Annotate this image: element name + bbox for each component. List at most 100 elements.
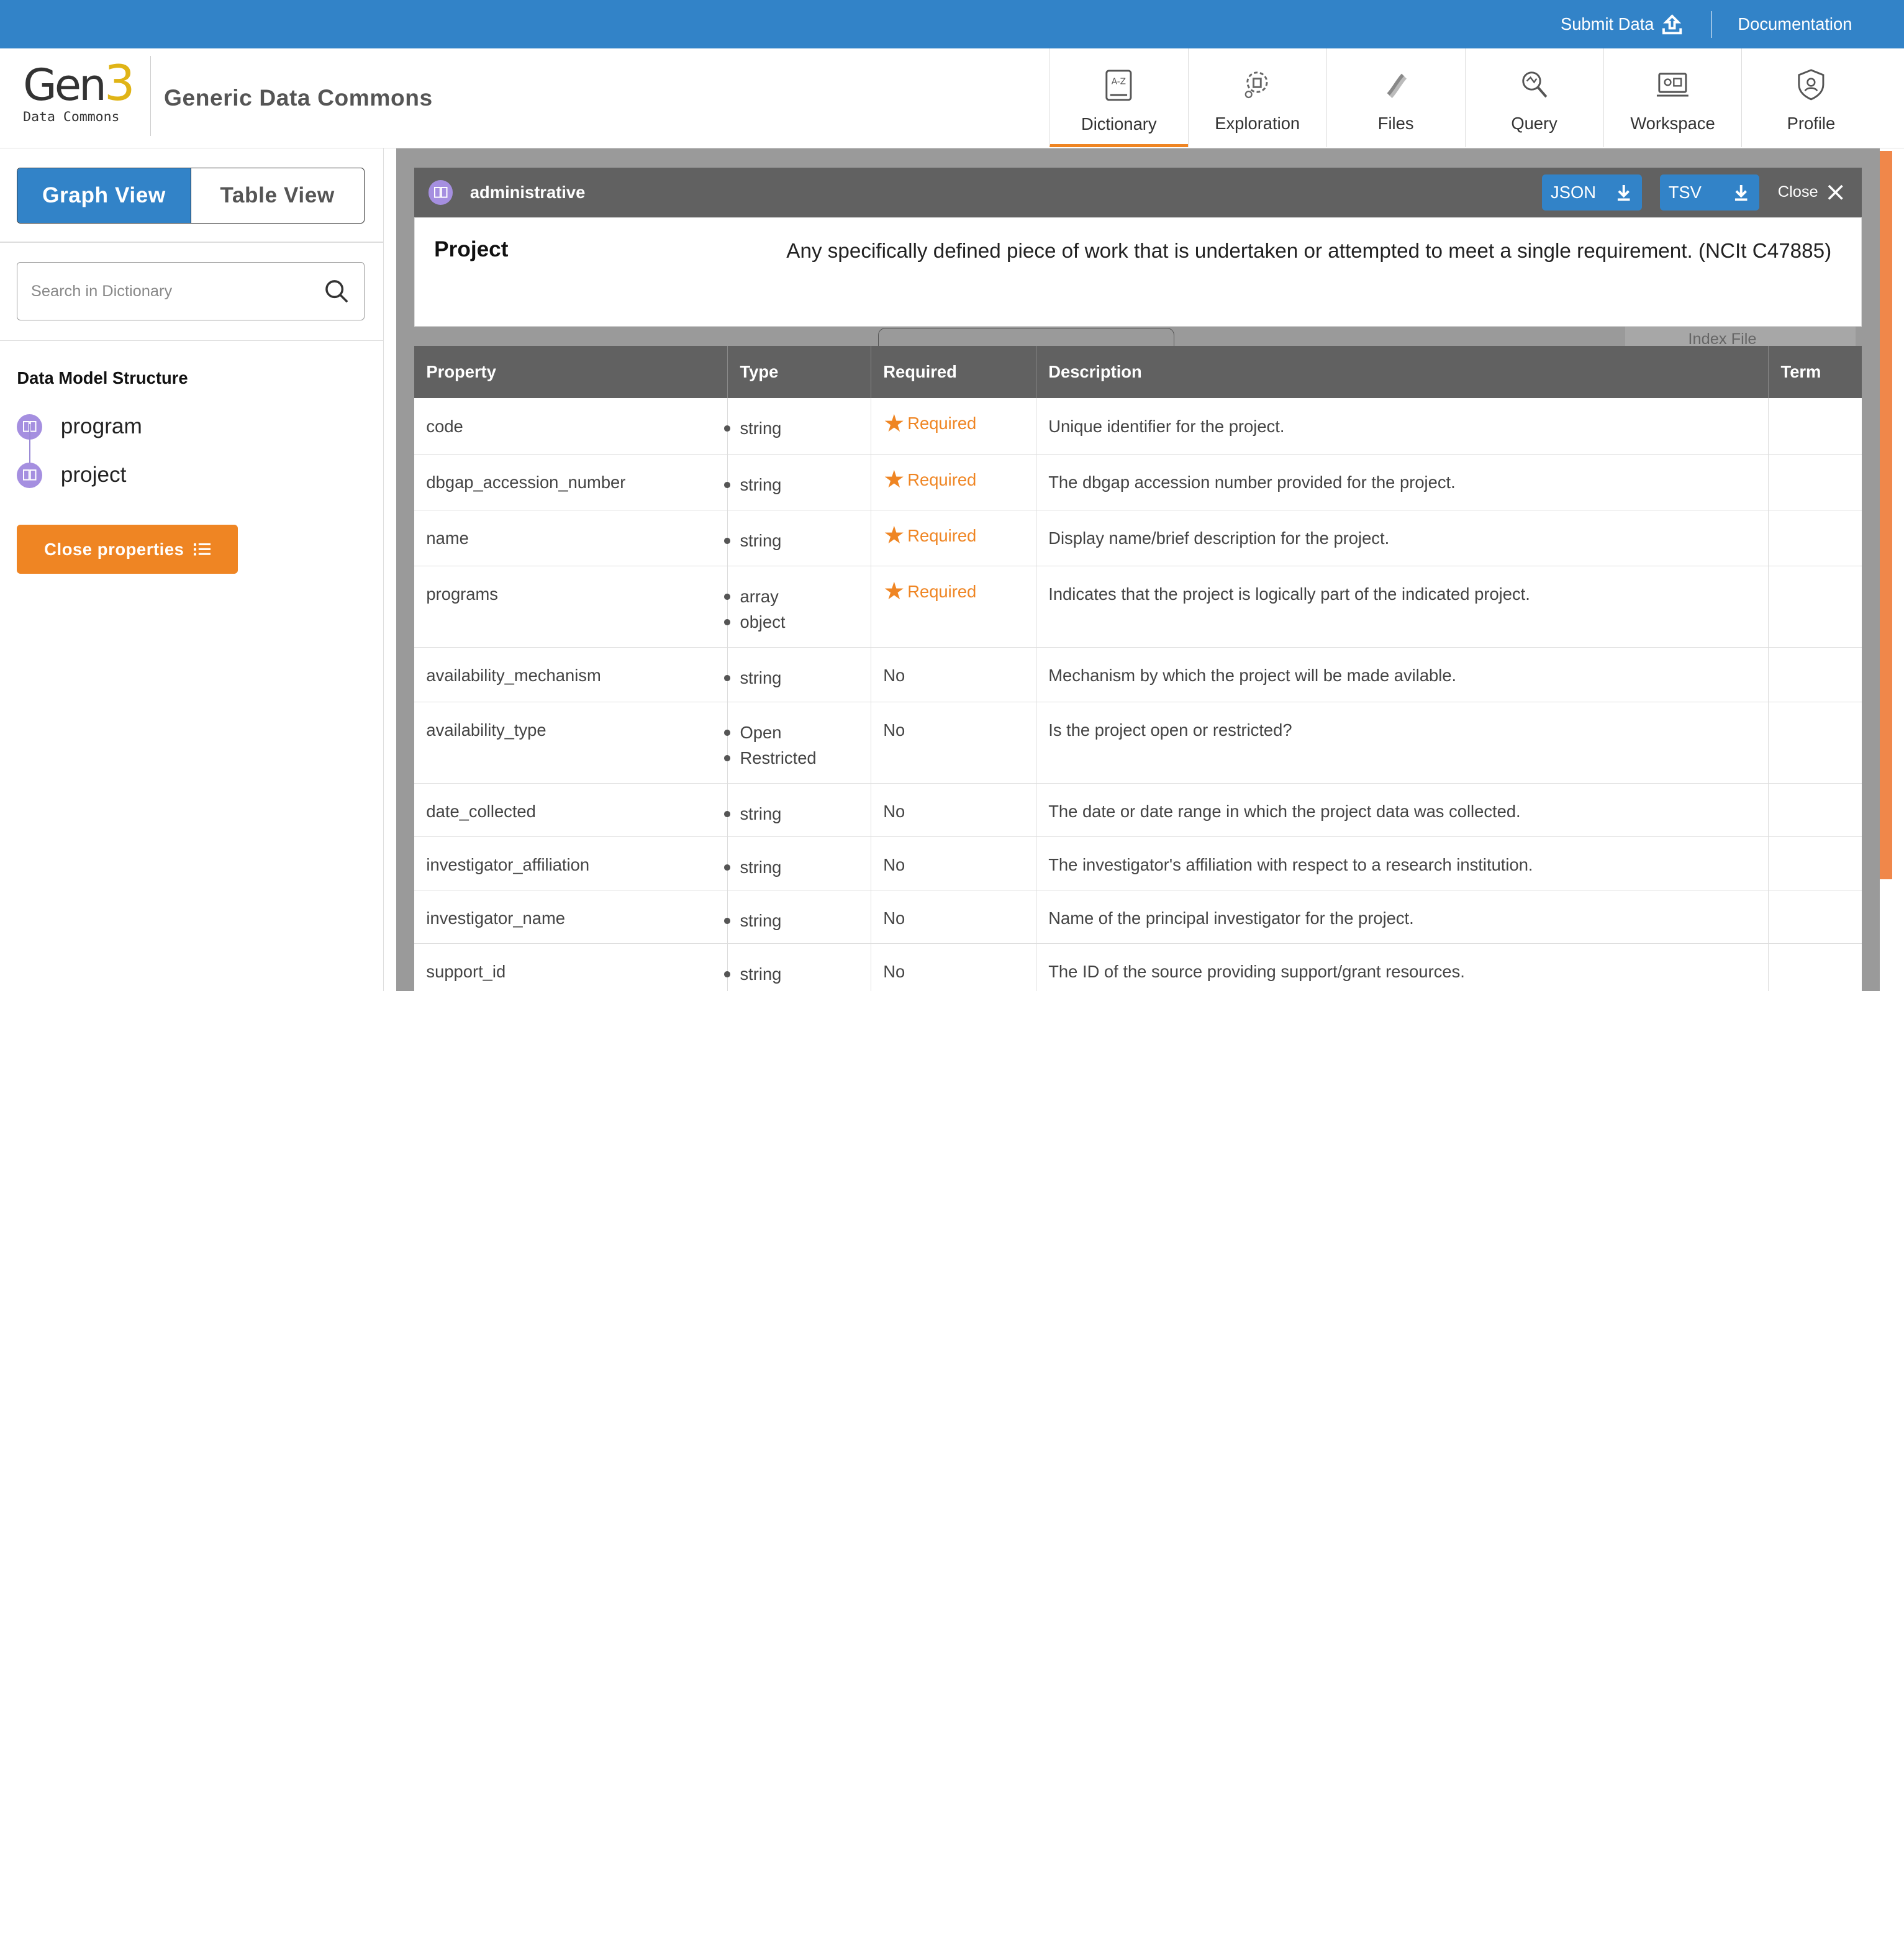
required-cell: ★ Required [871, 398, 1036, 455]
required-badge: ★ Required [883, 579, 1023, 604]
tree-connector [29, 424, 30, 463]
table-header-row: Property Type Required Description Term [414, 346, 1862, 399]
download-json-button[interactable]: JSON [1542, 174, 1642, 211]
description-cell: Display name/brief description for the p… [1036, 510, 1769, 566]
type-cell: string [727, 836, 871, 890]
column-header-property: Property [414, 346, 728, 399]
node-description-box: Project Any specifically defined piece o… [414, 217, 1862, 327]
submit-data-label: Submit Data [1560, 14, 1654, 34]
nav-dictionary[interactable]: A-Z Dictionary [1049, 48, 1188, 147]
administrative-category-icon [428, 180, 453, 205]
nav-label: Query [1511, 114, 1557, 134]
required-cell: ★ Required [871, 454, 1036, 510]
term-cell [1768, 398, 1862, 455]
required-label: Required [907, 581, 977, 601]
required-label: Required [907, 469, 977, 489]
app-title: Generic Data Commons [164, 84, 433, 111]
required-badge: ★ Required [883, 410, 1023, 437]
required-badge: ★ Required [883, 522, 1023, 550]
required-label: No [883, 962, 905, 982]
close-panel-button[interactable]: Close [1778, 183, 1844, 201]
download-tsv-button[interactable]: TSV [1660, 174, 1760, 211]
type-value: string [728, 471, 858, 498]
column-header-description: Description [1036, 346, 1769, 399]
documentation-link[interactable]: Documentation [1738, 14, 1852, 34]
submit-data-link[interactable]: Submit Data [1561, 14, 1683, 35]
type-value: Restricted [728, 745, 858, 771]
type-value: array [728, 583, 858, 610]
type-value: Open [728, 719, 858, 746]
node-name: Project [434, 237, 509, 262]
table-row: date_collected string No The date or date r… [414, 783, 1862, 837]
properties-table-body: code string ★ Required Unique identifier for… [414, 398, 1862, 991]
page: Submit Data Documentation Gen3 Data Comm… [0, 0, 1904, 991]
type-cell: Open Restricted [727, 702, 871, 784]
scrollbar[interactable] [1880, 148, 1904, 991]
required-label: Required [907, 525, 977, 545]
type-value: string [728, 961, 858, 987]
tree-item-project[interactable]: project [17, 451, 383, 499]
tree-item-program[interactable]: program [17, 402, 383, 451]
required-badge: ★ Required [883, 468, 1023, 492]
type-value: string [728, 664, 858, 691]
type-value: object [728, 609, 858, 635]
close-properties-button[interactable]: Close properties [17, 525, 238, 574]
description-cell: Unique identifier for the project. [1036, 398, 1769, 455]
main-nav: A-Z Dictionary Exploration Files Query W… [1049, 48, 1880, 147]
property-cell: investigator_name [414, 890, 728, 944]
logo-wordmark: Gen3 [23, 55, 135, 112]
query-icon [1522, 71, 1548, 98]
node-description: Any specifically defined piece of work t… [786, 240, 1832, 263]
star-icon: ★ [883, 410, 905, 437]
star-icon: ★ [883, 522, 905, 550]
nav-exploration[interactable]: Exploration [1187, 48, 1326, 147]
property-cell: dbgap_accession_number [414, 454, 728, 510]
term-cell [1768, 783, 1862, 837]
divider [0, 242, 383, 243]
required-cell: No [871, 890, 1036, 944]
search-icon[interactable] [325, 279, 349, 304]
graph-view-button[interactable]: Graph View [17, 168, 191, 223]
nav-profile[interactable]: Profile [1741, 48, 1880, 147]
list-icon [194, 543, 211, 556]
nav-workspace[interactable]: Workspace [1603, 48, 1742, 147]
files-icon [1387, 73, 1407, 98]
gen3-logo[interactable]: Gen3 Data Commons [0, 55, 151, 137]
node-properties-panel: administrative JSON TSV Close Project An… [414, 167, 1862, 991]
table-row: availability_type Open Restricted No Is the … [414, 702, 1862, 784]
sidebar: Graph View Table View Search in Dictiona… [0, 148, 384, 991]
term-cell [1768, 647, 1862, 702]
properties-table: Property Type Required Description Term … [414, 346, 1862, 991]
close-icon [1828, 184, 1844, 200]
required-cell: No [871, 647, 1036, 702]
property-cell: availability_type [414, 702, 728, 784]
graph-background-peek: Index File [414, 327, 1862, 346]
type-value: string [728, 854, 858, 881]
type-cell: string [727, 783, 871, 837]
required-cell: No [871, 836, 1036, 890]
type-value: string [728, 415, 858, 442]
required-cell: ★ Required [871, 566, 1036, 648]
type-cell: string [727, 510, 871, 566]
table-view-button[interactable]: Table View [191, 168, 364, 223]
nav-label: Files [1377, 114, 1414, 134]
nav-label: Exploration [1215, 114, 1300, 134]
property-cell: name [414, 510, 728, 566]
table-row: investigator_name string No Name of the pri… [414, 890, 1862, 944]
graph-node-peek: Index File [1625, 327, 1856, 346]
description-cell: Indicates that the project is logically … [1036, 566, 1769, 648]
close-label: Close [1777, 183, 1818, 201]
nav-query[interactable]: Query [1464, 48, 1603, 147]
scrollbar-thumb[interactable] [1880, 150, 1892, 879]
type-cell: string [727, 890, 871, 944]
property-cell: investigator_affiliation [414, 836, 728, 890]
divider [0, 340, 383, 342]
download-icon [1735, 185, 1748, 201]
nav-files[interactable]: Files [1326, 48, 1465, 147]
svg-text:A-Z: A-Z [1112, 76, 1126, 86]
dictionary-search-input[interactable]: Search in Dictionary [17, 262, 365, 321]
table-row: name string ★ Required Display name/brief de… [414, 510, 1862, 566]
view-toggle: Graph View Table View [17, 167, 365, 224]
nav-label: Dictionary [1081, 114, 1157, 134]
graph-edge [877, 328, 1175, 346]
